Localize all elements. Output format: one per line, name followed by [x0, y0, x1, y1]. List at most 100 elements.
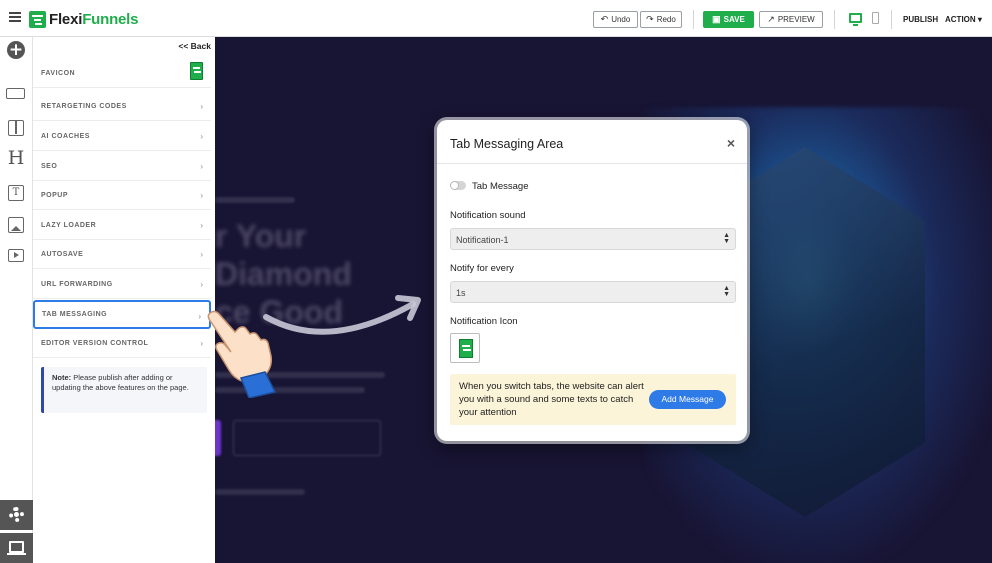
back-link[interactable]: << Back — [178, 41, 211, 51]
undo-label: Undo — [611, 15, 631, 24]
save-button[interactable]: ▣ SAVE — [703, 11, 754, 28]
sidebar-item-label: SEO — [41, 163, 58, 170]
sidebar-item-popup[interactable]: POPUP › — [33, 181, 211, 210]
notification-sound-label: Notification sound — [450, 210, 526, 221]
note-text: Please publish after adding or updating … — [52, 373, 189, 392]
sidebar-item-lazy-loader[interactable]: LAZY LOADER › — [33, 211, 211, 240]
redo-button[interactable]: ↷ Redo — [640, 11, 682, 28]
sidebar-item-label: FAVICON — [41, 70, 76, 77]
publish-note: Note: Please publish after adding or upd… — [41, 367, 207, 413]
chevron-right-icon: › — [200, 162, 203, 171]
settings-sidebar: << Back FAVICON RETARGETING CODES › AI C… — [33, 37, 215, 563]
publish-button[interactable]: PUBLISH — [903, 15, 938, 24]
settings-rail-button[interactable] — [0, 500, 33, 530]
background-headline-line: r Your — [215, 218, 307, 254]
sidebar-item-seo[interactable]: SEO › — [33, 152, 211, 181]
chevron-right-icon: › — [200, 191, 203, 200]
text-icon[interactable]: T — [8, 185, 24, 201]
sidebar-item-label: URL FORWARDING — [41, 281, 113, 288]
video-icon[interactable] — [8, 249, 24, 262]
sidebar-item-retargeting-codes[interactable]: RETARGETING CODES › — [33, 92, 211, 121]
undo-icon: ↶ — [600, 14, 609, 24]
chevron-right-icon: › — [198, 312, 201, 321]
notify-for-every-label: Notify for every — [450, 263, 514, 274]
note-label: Note: — [52, 373, 72, 382]
background-secondary-button — [233, 420, 381, 456]
notification-sound-select[interactable]: Notification-1 ▲ ▼ — [450, 228, 736, 250]
desktop-view-icon[interactable] — [849, 13, 862, 26]
background-cta-button — [215, 420, 221, 456]
logo-text-suffix: Funnels — [82, 10, 139, 28]
chevron-right-icon: › — [200, 280, 203, 289]
background-text-line — [215, 489, 305, 495]
add-message-button[interactable]: Add Message — [649, 390, 726, 409]
columns-divider — [15, 121, 17, 134]
play-triangle-shape — [14, 252, 19, 258]
sidebar-item-favicon[interactable]: FAVICON — [33, 59, 211, 88]
heading-icon[interactable]: H — [7, 149, 25, 168]
gear-icon — [9, 507, 24, 522]
sidebar-item-ai-coaches[interactable]: AI COACHES › — [33, 122, 211, 151]
redo-label: Redo — [656, 15, 676, 24]
select-arrows-icon: ▲ ▼ — [723, 285, 730, 298]
sidebar-item-label: POPUP — [41, 192, 69, 199]
sidebar-item-editor-version-control[interactable]: EDITOR VERSION CONTROL › — [33, 329, 211, 358]
save-icon: ▣ — [712, 14, 721, 24]
chevron-right-icon: › — [200, 339, 203, 348]
pointing-hand-icon — [207, 310, 277, 398]
laptop-icon — [7, 541, 26, 555]
external-link-icon: ↗ — [767, 14, 775, 24]
notification-icon-picker[interactable] — [450, 333, 480, 363]
toolbar-divider — [891, 10, 892, 29]
sidebar-item-label: LAZY LOADER — [41, 222, 97, 229]
chevron-right-icon: › — [200, 102, 203, 111]
notification-icon-label: Notification Icon — [450, 316, 518, 327]
menu-icon[interactable] — [9, 12, 21, 22]
sidebar-item-label: TAB MESSAGING — [42, 311, 108, 318]
tab-messaging-modal: Tab Messaging Area × Tab Message Notific… — [437, 120, 747, 441]
element-icon-rail: + H T — [0, 37, 33, 563]
preview-button[interactable]: ↗ PREVIEW — [759, 11, 823, 28]
sidebar-item-label: EDITOR VERSION CONTROL — [41, 340, 149, 347]
image-mountain-shape — [11, 226, 21, 231]
toolbar-divider — [834, 10, 835, 29]
close-icon[interactable]: × — [727, 135, 735, 151]
modal-header: Tab Messaging Area × — [437, 120, 747, 164]
mobile-view-icon[interactable] — [872, 12, 879, 24]
tab-message-info-box: When you switch tabs, the website can al… — [450, 374, 736, 425]
preview-rail-button[interactable] — [0, 533, 33, 563]
sidebar-item-tab-messaging[interactable]: TAB MESSAGING › — [33, 300, 211, 329]
undo-button[interactable]: ↶ Undo — [593, 11, 638, 28]
notification-favicon-icon — [459, 339, 473, 358]
chevron-right-icon: › — [200, 221, 203, 230]
sidebar-item-autosave[interactable]: AUTOSAVE › — [33, 240, 211, 269]
modal-title: Tab Messaging Area — [450, 137, 564, 151]
add-element-icon[interactable]: + — [7, 41, 25, 59]
chevron-right-icon: › — [200, 250, 203, 259]
flexifunnels-logo: FlexiFunnels — [29, 10, 138, 28]
sidebar-item-url-forwarding[interactable]: URL FORWARDING › — [33, 270, 211, 299]
tab-message-label: Tab Message — [472, 181, 529, 192]
sidebar-item-label: AI COACHES — [41, 133, 90, 140]
logo-icon — [29, 10, 46, 28]
sidebar-item-label: AUTOSAVE — [41, 251, 84, 258]
background-text-line — [215, 197, 295, 203]
top-toolbar: FlexiFunnels ↶ Undo ↷ Redo ▣ SAVE ↗ PREV… — [0, 0, 992, 37]
notify-interval-value: 1s — [456, 288, 466, 298]
tab-message-toggle[interactable] — [450, 181, 466, 190]
section-icon[interactable] — [6, 88, 25, 99]
favicon-thumbnail-icon — [190, 62, 203, 80]
redo-icon: ↷ — [646, 14, 654, 24]
notification-sound-value: Notification-1 — [456, 235, 509, 245]
notify-interval-select[interactable]: 1s ▲ ▼ — [450, 281, 736, 303]
image-icon[interactable] — [8, 217, 24, 233]
sidebar-item-label: RETARGETING CODES — [41, 103, 127, 110]
logo-text: FlexiFunnels — [49, 11, 138, 28]
chevron-right-icon: › — [200, 132, 203, 141]
select-arrows-icon: ▲ ▼ — [723, 232, 730, 245]
background-headline-line: Diamond — [215, 256, 352, 292]
columns-icon[interactable] — [8, 120, 24, 136]
logo-text-prefix: Flexi — [49, 10, 83, 28]
action-menu-button[interactable]: ACTION ▾ — [945, 15, 982, 24]
preview-label: PREVIEW — [777, 15, 815, 24]
